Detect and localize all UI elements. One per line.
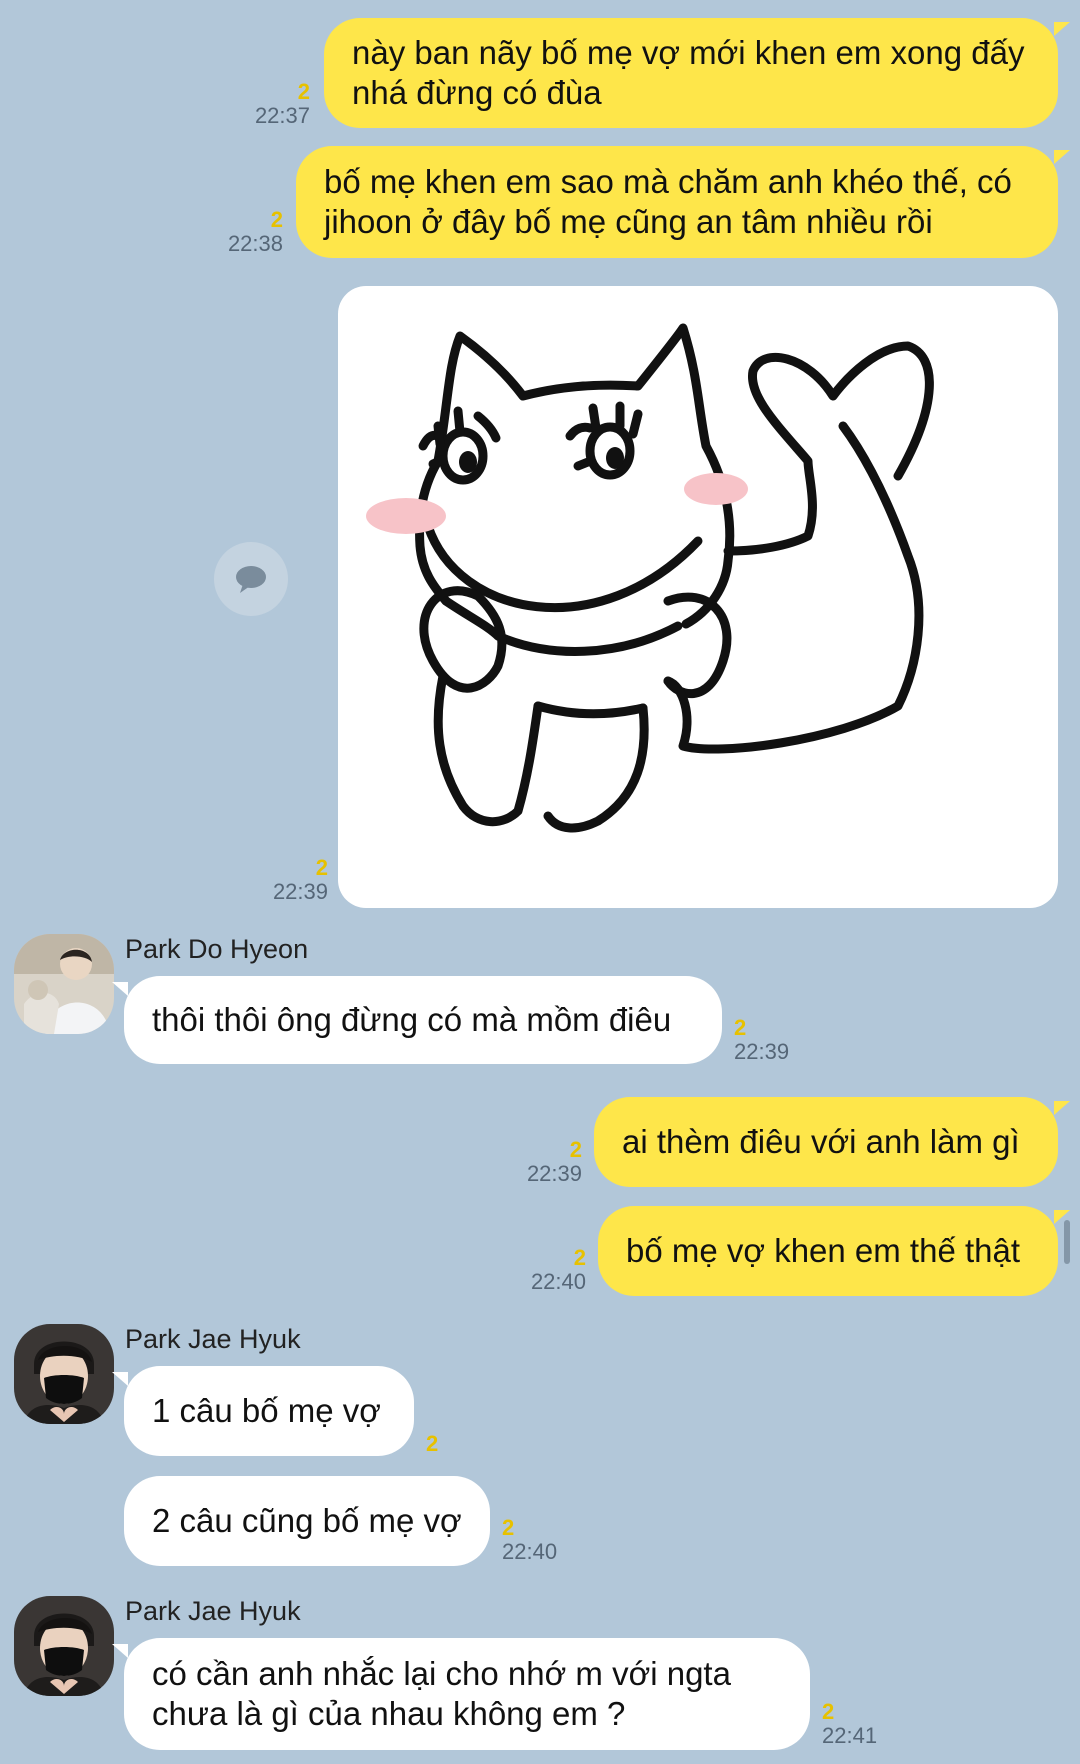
message-meta: 2: [426, 1432, 438, 1456]
scrollbar-thumb[interactable]: [1064, 1220, 1070, 1264]
message-time: 22:39: [526, 1161, 582, 1186]
message-time: 22:39: [734, 1039, 790, 1064]
message-meta: 2 22:39: [734, 1016, 789, 1064]
message-meta: 2 22:38: [228, 208, 283, 256]
sender-name: Park Jae Hyuk: [125, 1596, 301, 1626]
bubble-tail: [112, 982, 128, 996]
message-time: 22:38: [227, 231, 283, 256]
message-bubble[interactable]: có cần anh nhắc lại cho nhớ m với ngta c…: [124, 1638, 810, 1750]
avatar-photo: [14, 1324, 114, 1424]
message-time: 22:37: [254, 103, 310, 128]
unread-count: 2: [569, 1137, 582, 1162]
message-text: thôi thôi ông đừng có mà mồm điêu: [152, 1001, 672, 1038]
unread-count: 2: [297, 79, 310, 104]
message-meta: 2 22:40: [502, 1516, 557, 1564]
bubble-tail: [112, 1372, 128, 1386]
message-bubble[interactable]: 1 câu bố mẹ vợ: [124, 1366, 414, 1456]
unread-count: 2: [573, 1245, 586, 1270]
unread-count: 2: [270, 207, 283, 232]
message-text: ai thèm điêu với anh làm gì: [622, 1123, 1020, 1160]
message-bubble[interactable]: này ban nãy bố mẹ vợ mới khen em xong đấ…: [324, 18, 1058, 128]
message-time: 22:41: [822, 1723, 878, 1748]
unread-count: 2: [502, 1515, 515, 1540]
speech-bubble-icon: [236, 566, 266, 593]
message-meta: 2 22:37: [255, 80, 310, 128]
unread-count: 2: [426, 1431, 439, 1456]
message-meta: 2 22:39: [527, 1138, 582, 1186]
message-time: 22:40: [530, 1269, 586, 1294]
message-bubble[interactable]: thôi thôi ông đừng có mà mồm điêu: [124, 976, 722, 1064]
avatar[interactable]: [14, 1324, 114, 1424]
message-text: 2 câu cũng bố mẹ vợ: [152, 1502, 462, 1539]
bubble-tail: [1054, 1101, 1070, 1115]
message-text: 1 câu bố mẹ vợ: [152, 1392, 381, 1429]
message-meta: 2 22:41: [822, 1700, 877, 1748]
message-meta: 2 22:40: [531, 1246, 586, 1294]
message-text: có cần anh nhắc lại cho nhớ m với ngta c…: [152, 1655, 731, 1732]
bubble-tail: [1054, 150, 1070, 164]
message-bubble[interactable]: ai thèm điêu với anh làm gì: [594, 1097, 1058, 1187]
unread-count: 2: [822, 1699, 835, 1724]
message-time: 22:40: [502, 1539, 558, 1564]
cat-doodle-sticker: [366, 323, 934, 833]
message-meta: 2 22:39: [273, 856, 328, 904]
sender-name: Park Jae Hyuk: [125, 1324, 301, 1354]
bubble-tail: [1054, 22, 1070, 36]
message-text: bố mẹ vợ khen em thế thật: [626, 1232, 1021, 1269]
unread-count: 2: [734, 1015, 747, 1040]
avatar[interactable]: [14, 1596, 114, 1696]
message-bubble[interactable]: bố mẹ khen em sao mà chăm anh khéo thế, …: [296, 146, 1058, 258]
share-button[interactable]: [214, 542, 288, 616]
bubble-tail: [112, 1644, 128, 1658]
message-time: 22:39: [272, 879, 328, 904]
sender-name: Park Do Hyeon: [125, 934, 309, 964]
message-text: này ban nãy bố mẹ vợ mới khen em xong đấ…: [352, 34, 1025, 111]
avatar-photo: [14, 934, 114, 1034]
message-bubble[interactable]: bố mẹ vợ khen em thế thật: [598, 1206, 1058, 1296]
message-bubble[interactable]: 2 câu cũng bố mẹ vợ: [124, 1476, 490, 1566]
unread-count: 2: [315, 855, 328, 880]
avatar[interactable]: [14, 934, 114, 1034]
avatar-photo: [14, 1596, 114, 1696]
image-message[interactable]: [338, 286, 1058, 908]
message-text: bố mẹ khen em sao mà chăm anh khéo thế, …: [324, 163, 1012, 240]
